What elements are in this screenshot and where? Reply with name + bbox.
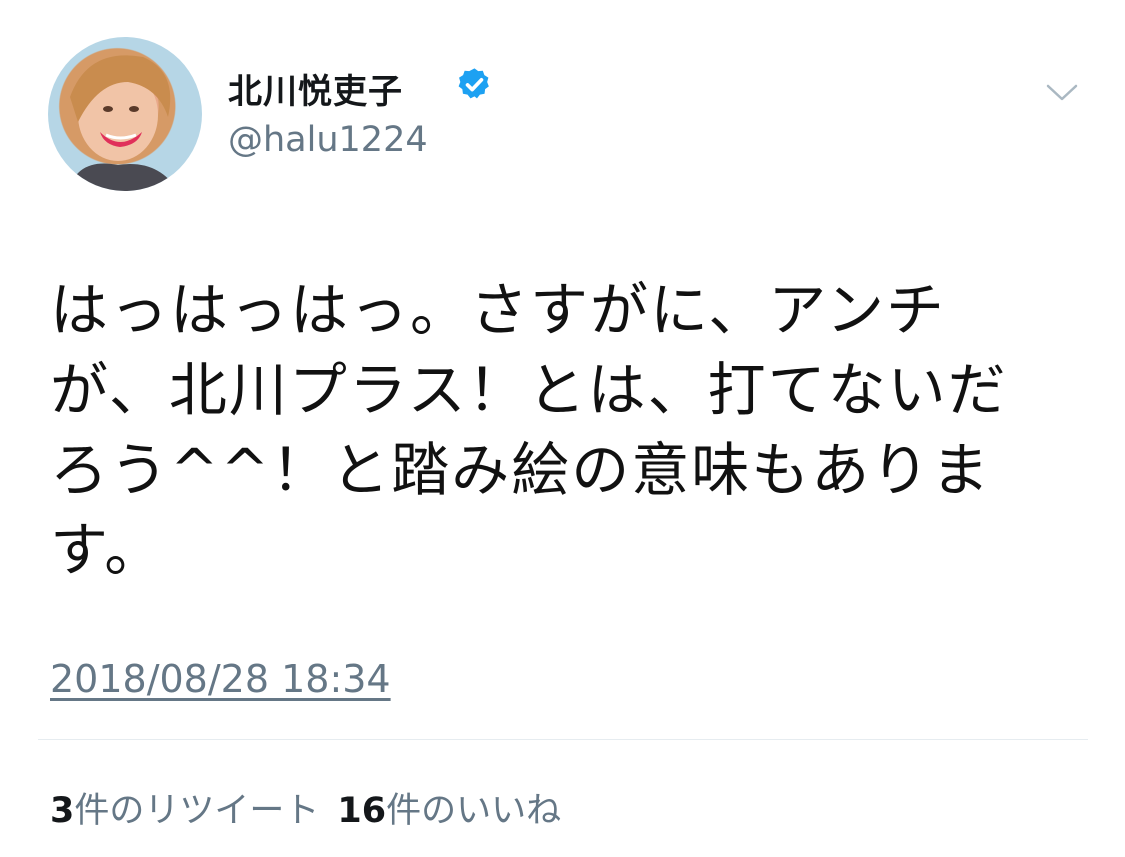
- likes-stat[interactable]: 16件のいいね: [337, 791, 561, 831]
- chevron-down-icon[interactable]: [1042, 72, 1082, 112]
- retweets-label: 件のリツイート: [74, 791, 320, 831]
- divider: [38, 739, 1088, 740]
- retweets-count: 3: [50, 791, 75, 831]
- tweet-stats: 3件のリツイート 16件のいいね: [50, 782, 561, 833]
- tweet-timestamp[interactable]: 2018/08/28 18:34: [50, 657, 391, 701]
- likes-count: 16: [337, 791, 387, 831]
- user-handle[interactable]: @halu1224: [228, 120, 428, 160]
- avatar-photo: [68, 55, 178, 191]
- avatar[interactable]: [48, 37, 202, 191]
- retweets-stat[interactable]: 3件のリツイート: [50, 791, 319, 831]
- tweet-text: はっはっはっ。さすがに、アンチが、北川プラス！とは、打てないだろう^^！と踏み絵…: [50, 276, 1008, 584]
- likes-label: 件のいいね: [386, 791, 562, 831]
- verified-badge-icon: [458, 68, 489, 99]
- display-name[interactable]: 北川悦吏子: [228, 64, 403, 113]
